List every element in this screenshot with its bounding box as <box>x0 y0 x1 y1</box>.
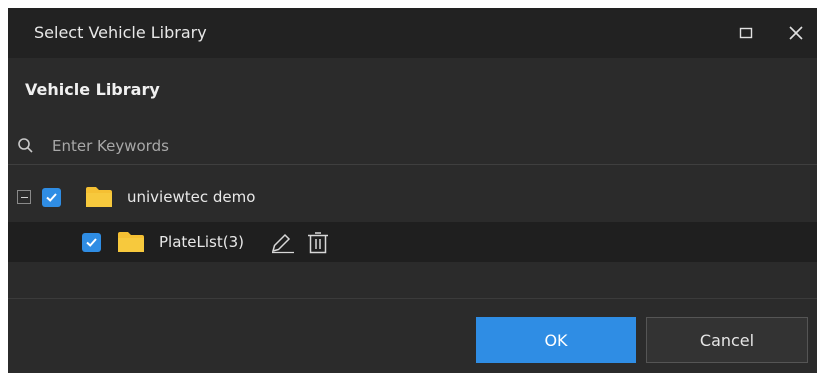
tree-node-platelist[interactable]: PlateList(3) <box>8 222 817 262</box>
delete-icon[interactable] <box>306 232 330 254</box>
check-icon <box>46 192 57 202</box>
tree-node-root[interactable]: univiewtec demo <box>8 177 817 217</box>
search-icon <box>18 138 33 153</box>
cancel-button[interactable]: Cancel <box>646 317 808 363</box>
check-icon <box>86 237 97 247</box>
root-label: univiewtec demo <box>127 188 256 206</box>
maximize-icon <box>739 27 753 39</box>
ok-button[interactable]: OK <box>476 317 636 363</box>
dialog-title: Select Vehicle Library <box>34 23 207 42</box>
section-heading: Vehicle Library <box>25 80 160 99</box>
footer-divider <box>8 298 817 299</box>
root-checkbox[interactable] <box>42 187 61 207</box>
select-vehicle-library-dialog: Select Vehicle Library Vehicle Library E… <box>8 8 817 373</box>
title-bar: Select Vehicle Library <box>8 8 817 58</box>
search-bar <box>8 128 817 165</box>
platelist-label: PlateList(3) <box>159 233 244 251</box>
folder-icon <box>86 187 112 207</box>
folder-icon <box>118 232 144 252</box>
close-button[interactable] <box>783 20 809 46</box>
close-icon <box>789 26 803 40</box>
edit-icon[interactable] <box>270 232 296 254</box>
search-input[interactable] <box>52 132 792 160</box>
platelist-checkbox[interactable] <box>82 232 101 252</box>
maximize-button[interactable] <box>733 20 759 46</box>
collapse-toggle[interactable] <box>17 190 31 204</box>
